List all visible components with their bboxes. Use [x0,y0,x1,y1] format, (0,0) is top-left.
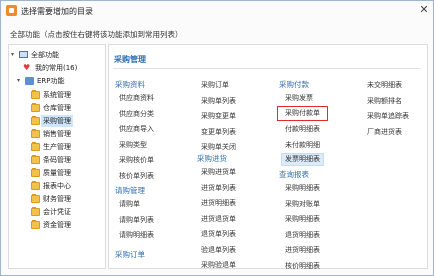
function-item[interactable]: 采购单列表 [201,96,236,107]
app-icon [6,5,17,16]
function-item[interactable]: 采购明细表 [285,214,320,225]
tree-item-label: 销售管理 [43,130,71,138]
tree-item-label: 采购管理 [41,115,73,127]
tree-item-label: 条码管理 [43,156,71,164]
folder-icon [31,194,40,203]
function-item[interactable]: 采购订单 [201,80,229,91]
tree-item-label: 生产管理 [43,143,71,151]
tree-item-module[interactable]: 财务管理 [31,193,101,205]
folder-icon [31,220,40,229]
function-item[interactable]: 进货明细表 [285,245,320,256]
folder-icon [31,90,40,99]
function-item[interactable]: 进货单列表 [201,183,236,194]
folder-icon [31,207,40,216]
tree-item-module[interactable]: 仓库管理 [31,102,101,114]
tree-item-label: 系统管理 [43,91,71,99]
computer-icon [19,51,28,58]
tree-item-erp[interactable]: ▾ ERP功能 [17,75,103,87]
group-title: 采购进货 [197,154,227,163]
tree-item-module[interactable]: 质量管理 [31,167,101,179]
tree-root[interactable]: ▾ 全部功能 [11,49,103,61]
window-title: 选择需要增加的目录 [21,7,93,16]
function-item[interactable]: 采购对账单 [285,199,320,210]
function-item[interactable]: 采购单关闭 [201,142,236,153]
group-title: 采购付款 [279,80,309,89]
tree-item-label: ERP功能 [37,77,65,85]
folder-icon [31,129,40,138]
instruction-text: 全部功能（点击按住右键将该功能添加到常用列表） [10,30,183,39]
heart-icon: ♥ [23,63,31,72]
tree-item-module[interactable]: 资金管理 [31,219,101,231]
folder-icon [31,155,40,164]
tree-item-label: 质量管理 [43,169,71,177]
function-item[interactable]: 采购额排名 [367,96,402,107]
tree-item-label: 财务管理 [43,195,71,203]
function-item[interactable]: 采购类型 [119,140,147,151]
function-item[interactable]: 未付款明细 [285,140,320,151]
page-title: 采购管理 [114,55,146,64]
group-title: 查询报表 [279,170,309,179]
function-item[interactable]: 退货单列表 [201,229,236,240]
folder-icon [31,103,40,112]
function-item[interactable]: 发票明细表 [281,153,324,166]
function-panel: 采购管理 采购资料供应商资料供应商分类供应商导入采购类型采购核价单核价单列表请购… [108,44,428,272]
function-item[interactable]: 变更单列表 [201,127,236,138]
folder-icon [31,168,40,177]
function-item[interactable]: 采购进货单 [201,167,236,178]
collapse-icon[interactable]: ▾ [11,49,17,61]
function-item[interactable]: 采购付款单 [277,105,328,121]
tree-item-favorites[interactable]: ♥ 我的常用(16) [21,62,101,74]
function-item[interactable]: 采购单追踪表 [367,111,409,122]
tree-item-module[interactable]: 报表中心 [31,180,101,192]
tree-item-module[interactable]: 生产管理 [31,141,101,153]
tree-item-module[interactable]: 销售管理 [31,128,101,140]
tree-item-module[interactable]: 会计凭证 [31,206,101,218]
group-title: 采购资料 [115,80,145,89]
function-item[interactable]: 进货明细表 [201,198,236,209]
function-item[interactable]: 核价单列表 [119,171,154,182]
collapse-icon[interactable]: ▾ [17,75,23,87]
erp-icon [25,77,34,85]
tree-item-label: 会计凭证 [43,208,71,216]
tree-item-module[interactable]: 系统管理 [31,89,101,101]
tree-item-label: 我的常用(16) [35,64,78,72]
group-title: 采购订单 [115,250,145,259]
function-item[interactable]: 请购单 [119,199,140,210]
function-item[interactable]: 核价明细表 [285,261,320,272]
function-item[interactable]: 采购变更单 [201,111,236,122]
folder-icon [31,181,40,190]
folder-icon [31,142,40,151]
tree-item-module[interactable]: 采购管理 [31,115,101,127]
function-item[interactable]: 未交明细表 [367,80,402,91]
function-item[interactable]: 请购单列表 [119,215,154,226]
tree-item-label: 仓库管理 [43,104,71,112]
tree-item-label: 资金管理 [43,221,71,229]
close-button[interactable]: ✕ [417,3,431,17]
function-item[interactable]: 厂商进货表 [367,127,402,138]
function-item[interactable]: 采购明细表 [285,183,320,194]
function-item[interactable]: 采购验退单 [201,260,236,271]
function-item[interactable]: 验退单列表 [201,245,236,256]
tree-item-label: 报表中心 [43,182,71,190]
title-bar: 选择需要增加的目录 ✕ [1,1,433,21]
tree-item-module[interactable]: 条码管理 [31,154,101,166]
divider [113,68,421,69]
function-item[interactable]: 供应商分类 [119,109,154,120]
dialog-window: 选择需要增加的目录 ✕ 全部功能（点击按住右键将该功能添加到常用列表） ▾ 全部… [0,0,434,276]
function-item[interactable]: 请购明细表 [119,230,154,241]
tree-root-label: 全部功能 [31,51,59,59]
function-item[interactable]: 供应商资料 [119,93,154,104]
function-item[interactable]: 付款明细表 [285,124,320,135]
function-item[interactable]: 供应商导入 [119,124,154,135]
function-item[interactable]: 进货退货单 [201,214,236,225]
function-item[interactable]: 退货明细表 [285,230,320,241]
folder-icon [31,116,40,125]
group-title: 请购管理 [115,186,145,195]
function-item[interactable]: 采购发票 [285,93,313,104]
module-tree: ▾ 全部功能 ♥ 我的常用(16) ▾ ERP功能 系统管理仓库管理采购管理销售… [8,44,106,269]
function-item[interactable]: 采购核价单 [119,155,154,166]
